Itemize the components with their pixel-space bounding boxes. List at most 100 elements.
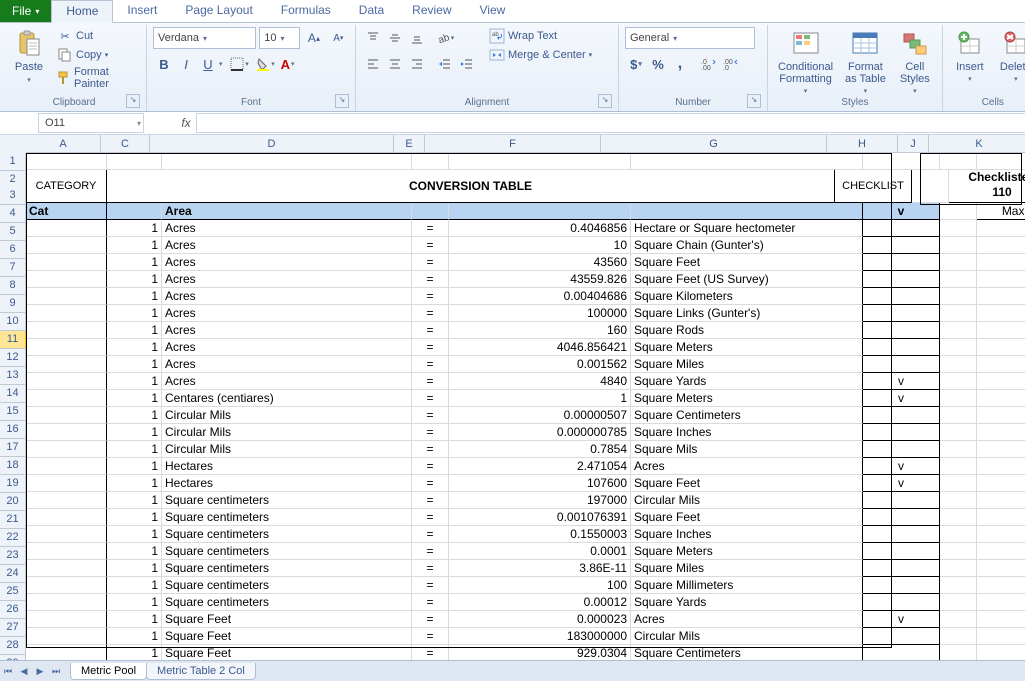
bold-button[interactable]: B [153, 53, 175, 75]
cell[interactable] [863, 254, 940, 271]
row-header[interactable]: 22 [0, 529, 26, 547]
cell[interactable]: Checklisted110 [949, 170, 1025, 203]
orientation-button[interactable]: ab [434, 27, 456, 49]
cell[interactable] [940, 254, 977, 271]
cell[interactable] [107, 153, 162, 170]
insert-cells-button[interactable]: Insert▾ [949, 27, 991, 85]
cell[interactable]: Square Miles [631, 356, 863, 373]
cell[interactable] [26, 611, 107, 628]
cell[interactable] [977, 509, 1025, 526]
row-header[interactable]: 24 [0, 565, 26, 583]
cell[interactable] [940, 577, 977, 594]
cell[interactable] [940, 475, 977, 492]
clipboard-launcher[interactable]: ↘ [126, 94, 140, 108]
cell[interactable]: = [412, 509, 449, 526]
sheet-tab-active[interactable]: Metric Pool [70, 663, 147, 680]
cell[interactable]: = [412, 220, 449, 237]
cell[interactable]: Acres [162, 254, 412, 271]
format-painter-button[interactable]: Format Painter [54, 65, 140, 91]
cell[interactable] [863, 543, 940, 560]
cell[interactable]: Square Feet [631, 509, 863, 526]
cell[interactable] [940, 560, 977, 577]
cell[interactable] [863, 594, 940, 611]
merge-center-button[interactable]: Merge & Center ▾ [486, 46, 595, 64]
sheet-nav-prev-icon[interactable]: ◀ [16, 663, 32, 679]
select-all-corner[interactable] [0, 135, 27, 154]
cell[interactable] [940, 271, 977, 288]
cell[interactable]: 0.00012 [449, 594, 631, 611]
cell[interactable] [977, 543, 1025, 560]
align-right-icon[interactable] [406, 53, 428, 75]
col-header-G[interactable]: G [601, 135, 827, 153]
cell[interactable]: 197000 [449, 492, 631, 509]
row-header[interactable]: 4 [0, 205, 26, 223]
cell[interactable] [912, 170, 949, 203]
cell[interactable]: = [412, 288, 449, 305]
cell[interactable] [863, 237, 940, 254]
cell[interactable]: Square Chain (Gunter's) [631, 237, 863, 254]
cell[interactable]: Acres [162, 288, 412, 305]
align-top-icon[interactable] [362, 27, 384, 49]
increase-indent-icon[interactable] [456, 53, 478, 75]
copy-button[interactable]: Copy ▾ [54, 46, 140, 64]
cell[interactable] [977, 577, 1025, 594]
cell[interactable]: Square Feet (US Survey) [631, 271, 863, 288]
cell[interactable]: Square Kilometers [631, 288, 863, 305]
cell[interactable] [26, 271, 107, 288]
cell[interactable] [977, 356, 1025, 373]
cell[interactable]: Square centimeters [162, 560, 412, 577]
row-header[interactable]: 11 [0, 331, 26, 349]
row-header[interactable]: 8 [0, 277, 26, 295]
cell[interactable]: 1 [107, 577, 162, 594]
cell[interactable]: Square Feet [162, 628, 412, 645]
sheet-nav-first-icon[interactable]: ⏮ [0, 663, 16, 679]
cell[interactable] [26, 424, 107, 441]
cell[interactable]: 1 [107, 254, 162, 271]
cell[interactable] [977, 322, 1025, 339]
fill-color-button[interactable] [255, 53, 277, 75]
cell[interactable]: Square centimeters [162, 577, 412, 594]
cell[interactable] [940, 594, 977, 611]
cell[interactable] [940, 220, 977, 237]
cell[interactable] [940, 356, 977, 373]
cell[interactable]: = [412, 611, 449, 628]
cell[interactable] [977, 220, 1025, 237]
cell[interactable] [26, 356, 107, 373]
cell[interactable]: 0.0001 [449, 543, 631, 560]
cell[interactable]: v [863, 390, 940, 407]
cell[interactable]: = [412, 594, 449, 611]
cell[interactable] [977, 492, 1025, 509]
cell[interactable] [26, 458, 107, 475]
cell[interactable]: Square Feet [631, 475, 863, 492]
cell[interactable]: 1 [107, 628, 162, 645]
cell[interactable]: = [412, 271, 449, 288]
cell[interactable]: 43560 [449, 254, 631, 271]
cell[interactable]: = [412, 475, 449, 492]
col-header-D[interactable]: D [150, 135, 394, 153]
cell[interactable] [977, 458, 1025, 475]
cell[interactable]: 2.471054 [449, 458, 631, 475]
cell[interactable] [977, 611, 1025, 628]
font-color-button[interactable]: A [277, 53, 299, 75]
number-launcher[interactable]: ↘ [747, 94, 761, 108]
col-header-C[interactable]: C [101, 135, 150, 153]
cell[interactable] [940, 458, 977, 475]
cell[interactable] [412, 203, 449, 220]
tab-insert[interactable]: Insert [113, 0, 171, 22]
cell[interactable]: = [412, 424, 449, 441]
percent-format-button[interactable]: % [647, 53, 669, 75]
cell[interactable] [940, 628, 977, 645]
comma-format-button[interactable]: , [669, 53, 691, 75]
cell[interactable] [977, 153, 1025, 170]
row-header[interactable]: 23 [0, 547, 26, 565]
col-header-H[interactable]: H [827, 135, 898, 153]
alignment-launcher[interactable]: ↘ [598, 94, 612, 108]
cell[interactable]: = [412, 254, 449, 271]
cell[interactable]: Square Yards [631, 594, 863, 611]
cell[interactable]: = [412, 441, 449, 458]
cell[interactable]: 1 [107, 526, 162, 543]
cell[interactable] [977, 424, 1025, 441]
cell[interactable] [26, 254, 107, 271]
cell[interactable]: = [412, 322, 449, 339]
spreadsheet-grid[interactable]: ACDEFGHJK 123456789101112131415161718192… [0, 135, 1025, 664]
